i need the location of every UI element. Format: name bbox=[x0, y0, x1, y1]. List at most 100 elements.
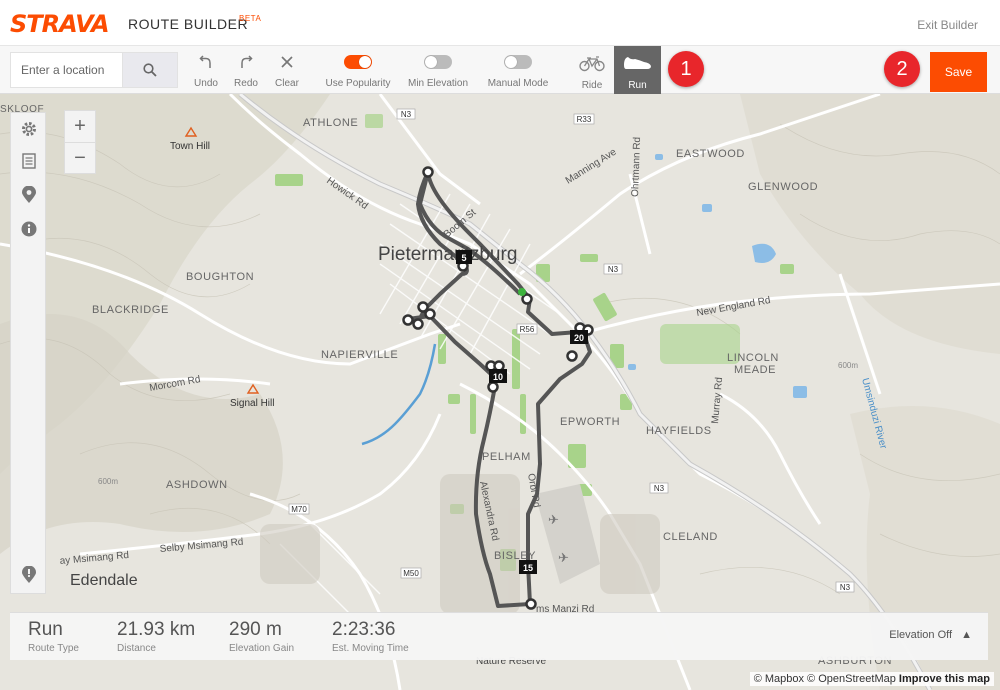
distance-value: 21.93 km bbox=[117, 619, 196, 640]
shoe-icon bbox=[624, 57, 651, 69]
clear-label: Clear bbox=[275, 78, 299, 89]
map-svg[interactable]: ✈ ✈ N3 R33 N3 R56 N3 M70 M50 N3 Pieterma… bbox=[0, 94, 1000, 690]
settings-button[interactable] bbox=[19, 119, 39, 139]
toggle-switch-on[interactable] bbox=[344, 55, 372, 69]
ride-button[interactable]: Ride bbox=[576, 52, 608, 91]
route-type-stat: Run Route Type bbox=[28, 619, 79, 654]
suburb-label: CLELAND bbox=[663, 531, 718, 543]
distance-stat: 21.93 km Distance bbox=[117, 619, 195, 654]
suburb-label: BLACKRIDGE bbox=[92, 304, 169, 316]
toggle-switch-off[interactable] bbox=[424, 55, 452, 69]
run-button[interactable]: Run bbox=[614, 46, 661, 94]
map-side-panel bbox=[10, 112, 46, 594]
min-elevation-label: Min Elevation bbox=[407, 78, 469, 89]
town-label: Edendale bbox=[70, 572, 138, 589]
road-shield-m70: M70 bbox=[291, 505, 307, 514]
callout-badge-1: 1 bbox=[668, 51, 704, 87]
undo-icon bbox=[199, 55, 211, 68]
save-button[interactable]: Save bbox=[930, 52, 987, 92]
distance-marker: 5 bbox=[461, 253, 466, 263]
contour-label: 600m bbox=[98, 477, 118, 486]
city-label: Pietermaritzburg bbox=[378, 244, 517, 265]
location-button[interactable] bbox=[19, 185, 39, 205]
callout-badge-2: 2 bbox=[884, 51, 920, 87]
search-icon bbox=[143, 63, 157, 77]
peak-label: Signal Hill bbox=[230, 398, 274, 409]
exit-builder-link[interactable]: Exit Builder bbox=[917, 18, 978, 32]
gear-icon bbox=[22, 122, 36, 136]
distance-marker: 20 bbox=[574, 333, 584, 343]
search-button[interactable] bbox=[122, 52, 178, 88]
road-shield-n3: N3 bbox=[608, 265, 619, 274]
report-issue-button[interactable] bbox=[19, 565, 39, 585]
road-shield-m50: M50 bbox=[403, 569, 419, 578]
moving-time-value: 2:23:36 bbox=[332, 619, 396, 640]
suburb-label: LINCOLN bbox=[727, 352, 779, 364]
moving-time-stat: 2:23:36 Est. Moving Time bbox=[332, 619, 409, 654]
use-popularity-toggle[interactable]: Use Popularity bbox=[322, 50, 394, 89]
manual-mode-toggle[interactable]: Manual Mode bbox=[484, 50, 552, 89]
elevation-gain-label: Elevation Gain bbox=[229, 643, 295, 654]
manual-mode-label: Manual Mode bbox=[487, 78, 549, 89]
caret-up-icon: ▲ bbox=[961, 629, 972, 641]
route-stats-bar: Run Route Type 21.93 km Distance 290 m E… bbox=[10, 612, 988, 660]
suburb-label: ASHDOWN bbox=[166, 479, 228, 491]
distance-marker: 15 bbox=[523, 563, 533, 573]
route-type-label: Route Type bbox=[28, 643, 79, 654]
suburb-label: GLENWOOD bbox=[748, 181, 818, 193]
road-shield-r56: R56 bbox=[520, 325, 535, 334]
attribution-text: © Mapbox © OpenStreetMap bbox=[753, 673, 896, 685]
ride-label: Ride bbox=[581, 80, 603, 91]
zoom-control: + − bbox=[64, 110, 96, 174]
road-label: Ohrtmann Rd bbox=[630, 137, 643, 197]
elevation-toggle-button[interactable]: Elevation Off ▲ bbox=[889, 629, 972, 641]
toggle-switch-off[interactable] bbox=[504, 55, 532, 69]
redo-icon bbox=[241, 55, 253, 68]
min-elevation-toggle[interactable]: Min Elevation bbox=[405, 50, 471, 89]
road-shield-n3: N3 bbox=[654, 484, 665, 493]
svg-text:✈: ✈ bbox=[558, 551, 569, 566]
toolbar: Undo Redo Clear Use Popularity Min Eleva… bbox=[0, 46, 1000, 94]
bicycle-icon bbox=[579, 56, 605, 72]
alert-icon bbox=[22, 566, 36, 583]
zoom-out-button[interactable]: − bbox=[65, 142, 95, 173]
improve-map-link[interactable]: Improve this map bbox=[899, 673, 990, 685]
suburb-label: MEADE bbox=[734, 364, 776, 376]
run-label: Run bbox=[628, 80, 647, 91]
peak-label: Town Hill bbox=[170, 141, 210, 152]
contour-label: 600m bbox=[838, 361, 858, 370]
top-bar: STRAVA ROUTE BUILDER BETA Exit Builder bbox=[0, 0, 1000, 46]
redo-label: Redo bbox=[234, 78, 258, 89]
beta-label: BETA bbox=[239, 14, 262, 23]
search-box bbox=[10, 52, 178, 88]
elevation-gain-value: 290 m bbox=[229, 619, 282, 640]
close-icon bbox=[281, 56, 293, 68]
road-shield-r33: R33 bbox=[577, 115, 592, 124]
distance-label: Distance bbox=[117, 643, 156, 654]
suburb-label: BOUGHTON bbox=[186, 271, 254, 283]
document-icon bbox=[22, 153, 36, 169]
search-input[interactable] bbox=[10, 52, 122, 88]
suburb-label: ATHLONE bbox=[303, 117, 358, 129]
undo-label: Undo bbox=[194, 78, 218, 89]
info-icon bbox=[21, 221, 37, 237]
app-title: ROUTE BUILDER bbox=[128, 16, 249, 32]
undo-button[interactable]: Undo bbox=[192, 50, 220, 89]
route-list-button[interactable] bbox=[19, 151, 39, 171]
map-attribution: © Mapbox © OpenStreetMap Improve this ma… bbox=[749, 672, 994, 686]
suburb-label: PELHAM bbox=[482, 451, 531, 463]
map-canvas[interactable]: ✈ ✈ N3 R33 N3 R56 N3 M70 M50 N3 Pieterma… bbox=[0, 94, 1000, 690]
redo-button[interactable]: Redo bbox=[232, 50, 260, 89]
zoom-in-button[interactable]: + bbox=[65, 111, 95, 142]
info-button[interactable] bbox=[19, 219, 39, 239]
moving-time-label: Est. Moving Time bbox=[332, 643, 409, 654]
road-shield-n3: N3 bbox=[401, 110, 412, 119]
clear-button[interactable]: Clear bbox=[273, 50, 301, 89]
map-pin-icon bbox=[22, 186, 36, 203]
use-popularity-label: Use Popularity bbox=[325, 78, 391, 89]
strava-logo[interactable]: STRAVA bbox=[10, 10, 110, 38]
elevation-gain-stat: 290 m Elevation Gain bbox=[229, 619, 294, 654]
svg-text:✈: ✈ bbox=[548, 513, 559, 528]
elevation-toggle-label: Elevation Off bbox=[889, 629, 953, 641]
suburb-label: EPWORTH bbox=[560, 416, 620, 428]
